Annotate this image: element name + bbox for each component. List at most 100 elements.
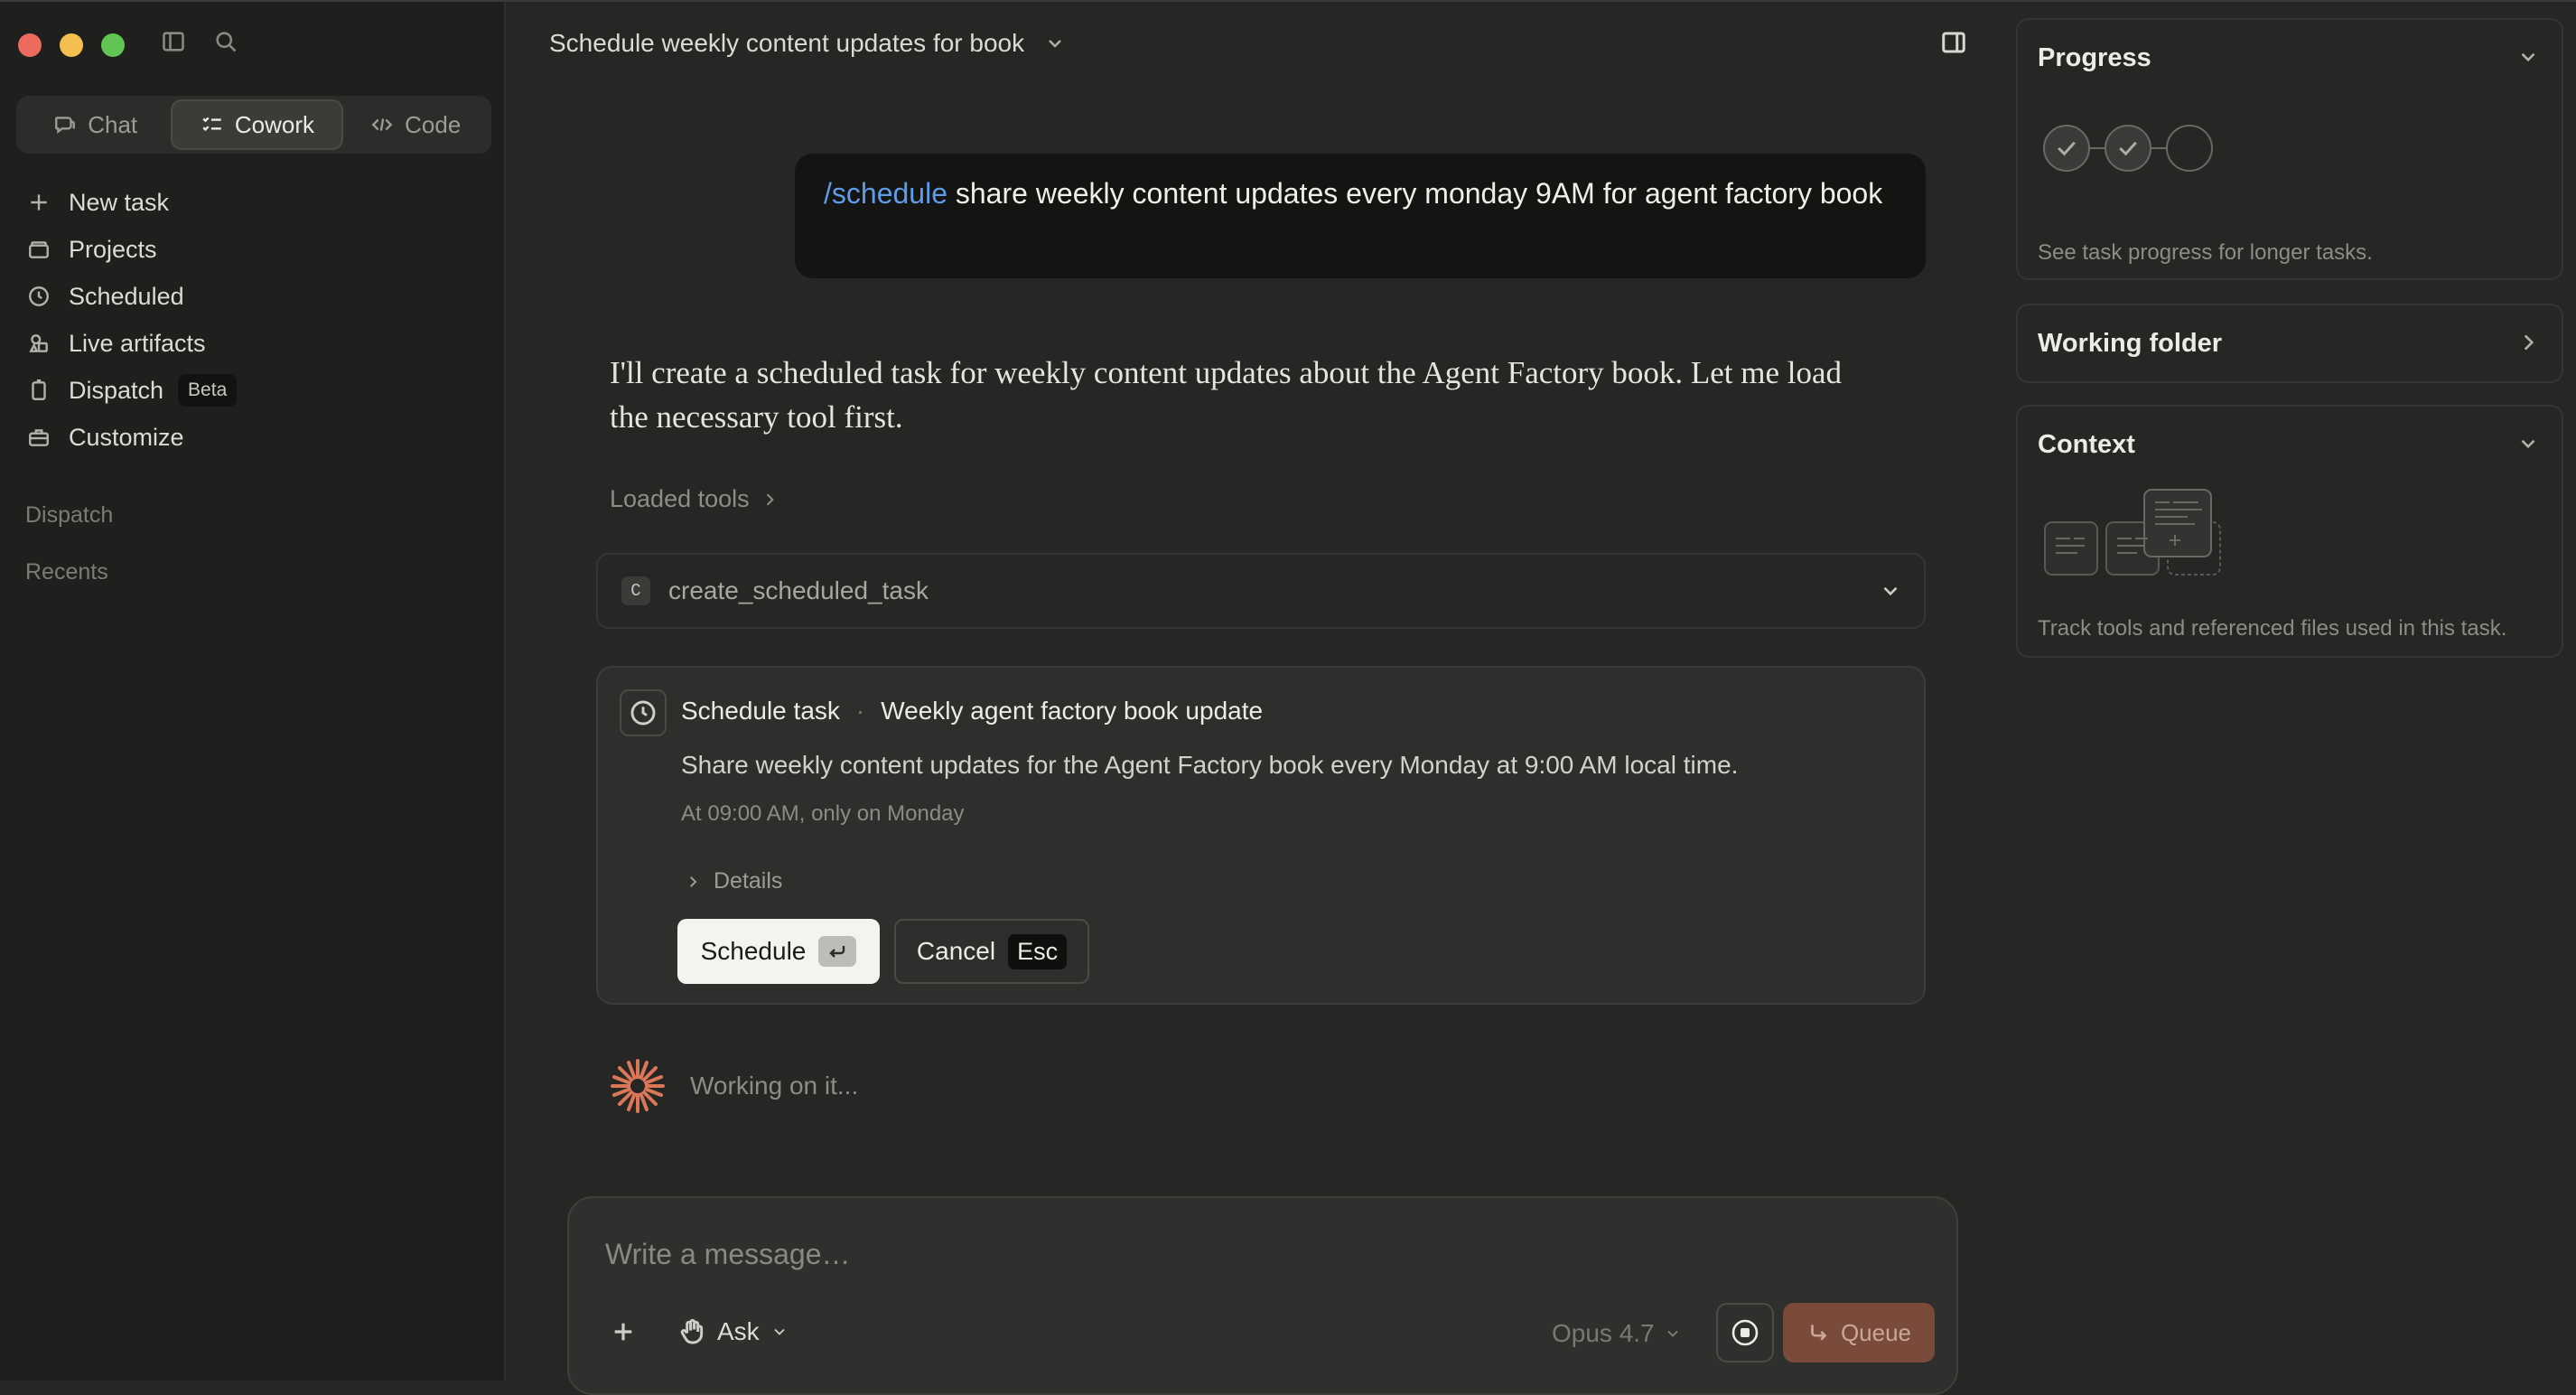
message-composer: Ask Opus 4.7 Queue: [567, 1196, 1958, 1395]
schedule-when: At 09:00 AM, only on Monday: [681, 801, 965, 826]
stop-icon: [1731, 1319, 1759, 1346]
sidebar-item-label: Customize: [69, 423, 184, 451]
plus-icon: [614, 1323, 632, 1341]
working-folder-panel[interactable]: Working folder: [2016, 304, 2563, 383]
context-note: Track tools and referenced files used in…: [2038, 616, 2507, 641]
mode-cowork-tab[interactable]: Cowork: [171, 99, 344, 150]
enter-key-icon: [818, 936, 857, 967]
schedule-button[interactable]: Schedule: [677, 919, 880, 984]
sidebar-item-dispatch[interactable]: Dispatch Beta: [27, 367, 479, 414]
chevron-right-icon: [766, 492, 774, 506]
sidebar-item-label: Dispatch: [69, 376, 164, 404]
conversation-title-text: Schedule weekly content updates for book: [549, 29, 1025, 57]
cancel-button[interactable]: Cancel Esc: [894, 919, 1089, 984]
chevron-down-icon: [1883, 586, 1898, 596]
sidebar-section-dispatch[interactable]: Dispatch: [25, 502, 113, 529]
stop-button[interactable]: [1716, 1303, 1774, 1362]
sidebar-item-label: Live artifacts: [69, 329, 206, 357]
esc-key-hint: Esc: [1008, 933, 1068, 969]
mode-chat-tab[interactable]: Chat: [20, 99, 171, 150]
progress-step-done: [2043, 125, 2090, 172]
sidebar-item-label: New task: [69, 188, 170, 216]
sidebar-section-recents[interactable]: Recents: [25, 559, 108, 585]
progress-collapse-button[interactable]: [2516, 45, 2540, 69]
separator-dot: ·: [855, 697, 865, 725]
mode-selector[interactable]: Ask: [677, 1317, 789, 1346]
corner-down-right-icon: [1811, 1325, 1827, 1341]
chevron-down-icon: [774, 1328, 785, 1335]
add-attachment-button[interactable]: [609, 1317, 638, 1346]
search-icon[interactable]: [213, 29, 238, 59]
context-collapse-button[interactable]: [2516, 432, 2540, 455]
mode-switcher: Chat Cowork Code: [16, 96, 491, 154]
tool-call-row[interactable]: C create_scheduled_task: [596, 553, 1926, 629]
schedule-task-name: Weekly agent factory book update: [881, 697, 1264, 725]
shapes-icon: [29, 334, 48, 352]
progress-note: See task progress for longer tasks.: [2038, 240, 2373, 265]
working-status: Working on it...: [605, 1053, 858, 1119]
progress-panel: Progress See task progress for longer ta…: [2016, 18, 2563, 280]
right-panel-toggle[interactable]: [1940, 29, 1967, 56]
hand-icon: [680, 1318, 704, 1344]
window-controls: [18, 33, 125, 57]
context-title: Context: [2038, 430, 2135, 459]
chevron-down-icon: [2521, 439, 2535, 449]
details-toggle[interactable]: Details: [685, 868, 782, 894]
context-illustration-icon: [2044, 489, 2221, 576]
sidebar-item-customize[interactable]: Customize: [27, 414, 479, 461]
clock-icon: [29, 286, 49, 306]
code-icon: [371, 118, 393, 131]
chevron-down-icon: [1666, 1330, 1678, 1337]
queue-button[interactable]: Queue: [1783, 1303, 1935, 1362]
mode-cowork-label: Cowork: [234, 110, 314, 138]
panel-right-icon: [1942, 32, 1965, 53]
working-folder-expand-button[interactable]: [2516, 331, 2540, 354]
progress-step-done: [2105, 125, 2151, 172]
mode-code-tab[interactable]: Code: [343, 99, 488, 150]
check-icon: [2058, 141, 2076, 156]
sidebar-tools: [161, 29, 238, 59]
briefcase-icon: [29, 429, 49, 446]
working-status-text: Working on it...: [690, 1072, 859, 1100]
sparkle-spinner-icon: [611, 1059, 665, 1113]
check-icon: [2119, 141, 2137, 156]
working-folder-title: Working folder: [2038, 329, 2223, 358]
sidebar-item-live-artifacts[interactable]: Live artifacts: [27, 320, 479, 367]
loaded-tools-toggle[interactable]: Loaded tools: [610, 485, 779, 513]
user-message: /schedule share weekly content updates e…: [795, 154, 1926, 278]
model-selector[interactable]: Opus 4.7: [1552, 1319, 1682, 1348]
minimize-window-button[interactable]: [60, 33, 83, 57]
schedule-card-header: Schedule task · Weekly agent factory boo…: [681, 697, 1263, 726]
model-label: Opus 4.7: [1552, 1319, 1655, 1347]
mode-code-label: Code: [405, 110, 462, 138]
close-window-button[interactable]: [18, 33, 42, 57]
message-input[interactable]: [605, 1238, 1870, 1271]
plus-icon: [31, 194, 47, 211]
folder-icon: [29, 241, 49, 258]
loaded-tools-label: Loaded tools: [610, 485, 750, 512]
chevron-right-icon: [2524, 334, 2534, 351]
sidebar-item-label: Scheduled: [69, 282, 184, 310]
schedule-button-label: Schedule: [700, 937, 807, 965]
schedule-description: Share weekly content updates for the Age…: [681, 751, 1739, 779]
assistant-message: I'll create a scheduled task for weekly …: [610, 355, 1843, 435]
tool-badge: C: [621, 576, 650, 605]
sidebar-item-new-task[interactable]: New task: [27, 179, 479, 226]
maximize-window-button[interactable]: [101, 33, 125, 57]
clock-icon: [620, 689, 667, 736]
progress-connector: [2089, 147, 2105, 149]
conversation-title[interactable]: Schedule weekly content updates for book: [549, 29, 1066, 58]
queue-button-label: Queue: [1840, 1318, 1912, 1346]
sidebar-toggle-icon[interactable]: [161, 29, 186, 59]
chevron-down-icon: [2521, 52, 2535, 62]
tool-name: create_scheduled_task: [668, 576, 929, 604]
chat-bubble-icon: [55, 117, 76, 134]
schedule-task-card: Schedule task · Weekly agent factory boo…: [596, 666, 1926, 1005]
phone-icon: [32, 379, 46, 400]
mode-label: Ask: [717, 1317, 760, 1345]
sidebar-item-scheduled[interactable]: Scheduled: [27, 273, 479, 320]
checklist-icon: [202, 117, 221, 132]
progress-steps: [2043, 125, 2213, 172]
sidebar-item-projects[interactable]: Projects: [27, 226, 479, 273]
beta-badge: Beta: [178, 374, 238, 407]
